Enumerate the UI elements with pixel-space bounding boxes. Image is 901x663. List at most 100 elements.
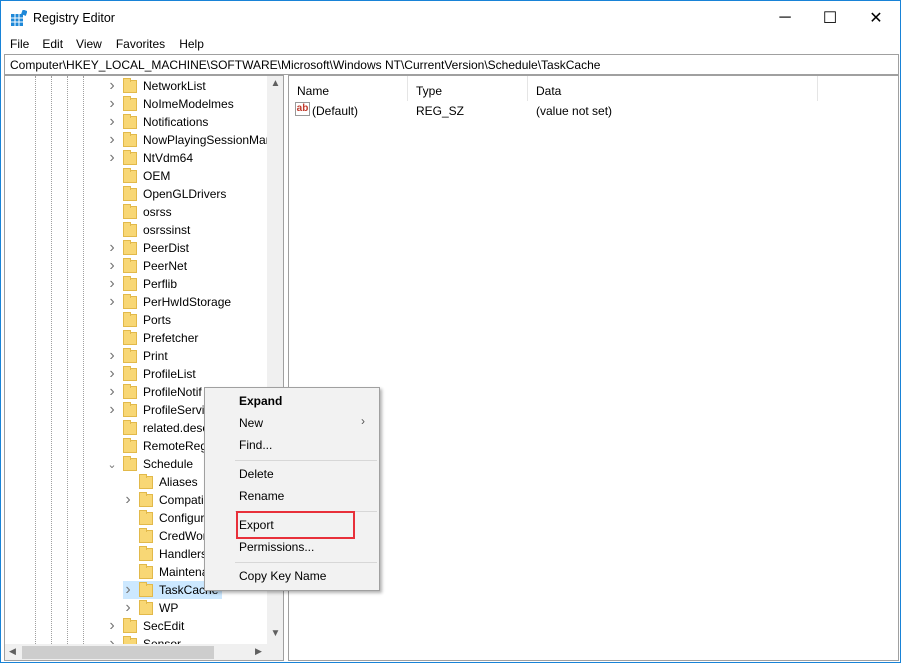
scroll-down-arrow-icon[interactable]: ▼ bbox=[267, 628, 283, 639]
tree-item-label: Compati bbox=[159, 493, 204, 507]
expand-chevron-icon[interactable]: › bbox=[107, 275, 117, 293]
registry-app-icon bbox=[11, 10, 27, 26]
tree-item[interactable]: ⌄ Schedule bbox=[107, 455, 193, 473]
tree-item[interactable]: OpenGLDrivers bbox=[107, 185, 226, 203]
tree-item[interactable]: Prefetcher bbox=[107, 329, 198, 347]
close-button[interactable]: ✕ bbox=[853, 1, 899, 34]
folder-icon bbox=[139, 599, 153, 615]
tree-item[interactable]: RemoteReg bbox=[107, 437, 207, 455]
tree-item[interactable]: › Compati bbox=[123, 491, 204, 509]
expand-chevron-icon[interactable]: › bbox=[123, 599, 133, 617]
tree-item-label: OpenGLDrivers bbox=[143, 187, 227, 201]
tree-item[interactable]: › NetworkList bbox=[107, 77, 205, 95]
expand-chevron-icon[interactable]: › bbox=[107, 239, 117, 257]
column-header-name[interactable]: Name bbox=[289, 76, 408, 101]
tree-item[interactable]: OEM bbox=[107, 167, 170, 185]
expand-chevron-icon[interactable]: › bbox=[107, 401, 117, 419]
expand-chevron-icon[interactable]: › bbox=[107, 347, 117, 365]
menu-view[interactable]: View bbox=[63, 34, 102, 54]
tree-item-label: related.desc bbox=[143, 421, 209, 435]
tree-item[interactable]: › ProfileServic bbox=[107, 401, 210, 419]
scroll-corner bbox=[267, 644, 283, 660]
tree-item[interactable]: › PeerDist bbox=[107, 239, 189, 257]
expand-chevron-icon[interactable]: › bbox=[107, 635, 117, 644]
tree-item[interactable]: Handlers bbox=[123, 545, 207, 563]
expand-chevron-icon[interactable]: › bbox=[123, 581, 133, 599]
tree-item-label: CredWor bbox=[159, 529, 207, 543]
expand-chevron-icon[interactable]: › bbox=[107, 383, 117, 401]
expand-chevron-icon[interactable]: › bbox=[107, 131, 117, 149]
menu-item-rename[interactable]: Rename bbox=[239, 489, 284, 509]
tree-item[interactable]: › WP bbox=[123, 599, 178, 617]
tree-item-label: PeerNet bbox=[143, 259, 188, 273]
tree-item[interactable]: › Sensor bbox=[107, 635, 181, 644]
tree-item[interactable]: › SecEdit bbox=[107, 617, 184, 635]
expand-chevron-icon[interactable]: › bbox=[107, 365, 117, 383]
expand-chevron-icon[interactable]: › bbox=[107, 257, 117, 275]
folder-icon bbox=[123, 149, 137, 165]
scroll-right-arrow-icon[interactable]: ▶ bbox=[251, 646, 266, 657]
folder-icon bbox=[139, 563, 153, 579]
menu-item-new[interactable]: New bbox=[239, 416, 263, 436]
tree-item[interactable]: › NtVdm64 bbox=[107, 149, 193, 167]
menu-item-find[interactable]: Find... bbox=[239, 438, 272, 458]
minimize-button[interactable]: ─ bbox=[762, 1, 808, 34]
menu-item-permissions[interactable]: Permissions... bbox=[239, 540, 314, 560]
expand-chevron-icon[interactable]: › bbox=[123, 491, 133, 509]
tree-item-label: Ports bbox=[143, 313, 172, 327]
tree-item[interactable]: › PerHwIdStorage bbox=[107, 293, 231, 311]
tree-item[interactable]: › ProfileList bbox=[107, 365, 195, 383]
expand-chevron-icon[interactable]: › bbox=[107, 113, 117, 131]
maximize-button[interactable]: ☐ bbox=[807, 1, 853, 34]
tree-item[interactable]: › ProfileNotif bbox=[107, 383, 201, 401]
tree-item-label: Sensor bbox=[143, 637, 182, 644]
scroll-up-arrow-icon[interactable]: ▲ bbox=[267, 78, 283, 89]
menu-help[interactable]: Help bbox=[165, 34, 204, 54]
expand-chevron-icon[interactable]: › bbox=[107, 149, 117, 167]
folder-icon bbox=[139, 491, 153, 507]
tree-item[interactable]: Configur bbox=[123, 509, 204, 527]
tree-item[interactable]: › Notifications bbox=[107, 113, 208, 131]
folder-icon bbox=[123, 167, 137, 183]
expand-chevron-icon[interactable]: › bbox=[107, 293, 117, 311]
string-value-icon: ab bbox=[295, 102, 310, 116]
column-header-type[interactable]: Type bbox=[408, 76, 528, 101]
tree-item[interactable]: › NoImeModelmes bbox=[107, 95, 233, 113]
menu-edit[interactable]: Edit bbox=[29, 34, 63, 54]
horizontal-scroll-thumb[interactable] bbox=[22, 646, 214, 659]
tree-item[interactable]: osrss bbox=[107, 203, 172, 221]
folder-icon bbox=[123, 329, 137, 345]
tree-item[interactable]: CredWor bbox=[123, 527, 207, 545]
menu-item-delete[interactable]: Delete bbox=[239, 467, 274, 487]
scroll-left-arrow-icon[interactable]: ◀ bbox=[5, 646, 20, 657]
menu-favorites[interactable]: Favorites bbox=[102, 34, 165, 54]
expand-chevron-icon[interactable]: › bbox=[107, 95, 117, 113]
tree-item[interactable]: › PeerNet bbox=[107, 257, 187, 275]
address-bar[interactable]: Computer\HKEY_LOCAL_MACHINE\SOFTWARE\Mic… bbox=[4, 54, 899, 75]
tree-item[interactable]: osrssinst bbox=[107, 221, 190, 239]
tree-item[interactable]: Maintena bbox=[123, 563, 208, 581]
tree-item-label: SecEdit bbox=[143, 619, 185, 633]
menu-item-expand[interactable]: Expand bbox=[239, 394, 282, 414]
column-header-data[interactable]: Data bbox=[528, 76, 818, 101]
folder-icon bbox=[123, 365, 137, 381]
expand-chevron-icon[interactable]: › bbox=[107, 617, 117, 635]
tree-item[interactable]: › Perflib bbox=[107, 275, 177, 293]
collapse-chevron-icon[interactable]: ⌄ bbox=[107, 458, 117, 471]
folder-icon bbox=[123, 293, 137, 309]
tree-item[interactable]: › Print bbox=[107, 347, 167, 365]
tree-item-label: WP bbox=[159, 601, 179, 615]
tree-item-label: Handlers bbox=[159, 547, 208, 561]
title-bar: Registry Editor ─ ☐ ✕ bbox=[1, 1, 900, 34]
menu-file[interactable]: File bbox=[1, 34, 29, 54]
menu-item-copy-key-name[interactable]: Copy Key Name bbox=[239, 569, 326, 589]
tree-horizontal-scrollbar[interactable]: ◀ ▶ bbox=[5, 644, 267, 660]
tree-item[interactable]: Ports bbox=[107, 311, 171, 329]
window-title: Registry Editor bbox=[33, 11, 115, 25]
expand-chevron-icon[interactable]: › bbox=[107, 77, 117, 95]
tree-item-label: Maintena bbox=[159, 565, 209, 579]
tree-item[interactable]: › NowPlayingSessionManager bbox=[107, 131, 267, 149]
folder-icon bbox=[139, 545, 153, 561]
tree-item[interactable]: related.desc bbox=[107, 419, 208, 437]
tree-item[interactable]: Aliases bbox=[123, 473, 198, 491]
